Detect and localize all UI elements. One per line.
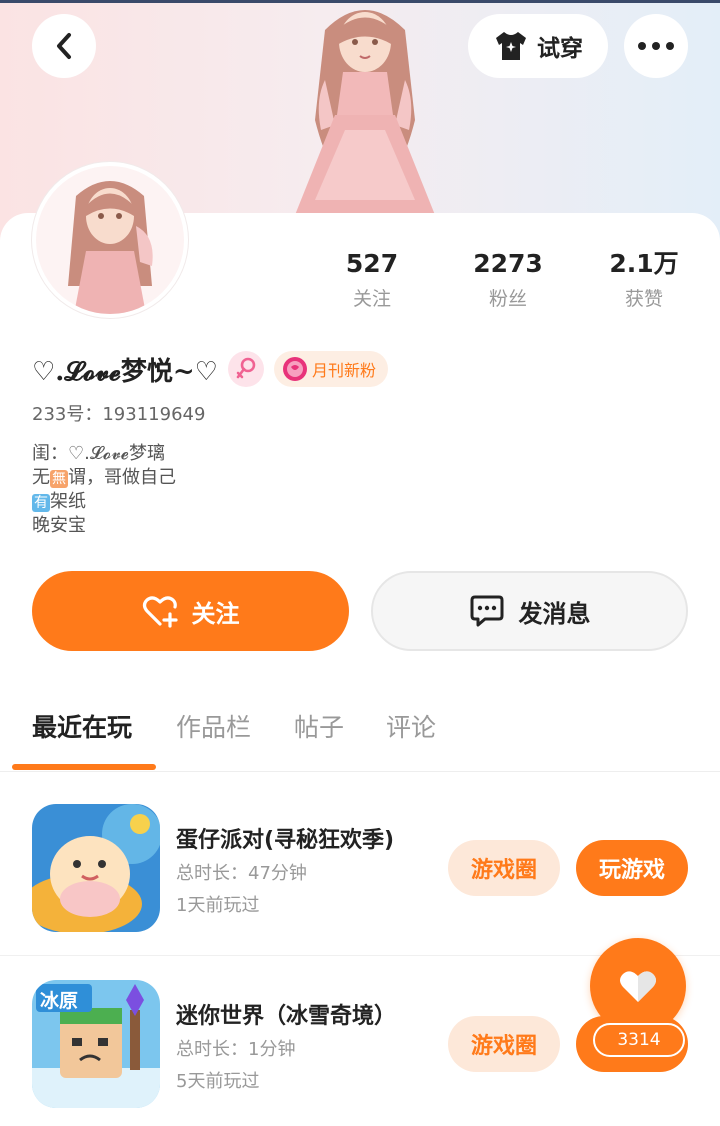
game-duration: 总时长：1分钟 — [176, 1039, 296, 1060]
badge-flower-icon — [282, 357, 307, 381]
chat-bubble-icon — [470, 595, 503, 627]
stat-followers-value: 2273 — [473, 249, 543, 278]
heart-icon — [620, 971, 656, 1002]
user-id: 233号：193119649 — [32, 404, 206, 425]
bio-line-3: 有架纸 — [32, 490, 176, 514]
bio-line-2-mark: 無 — [50, 470, 68, 488]
stat-followers[interactable]: 2273 粉丝 — [448, 248, 568, 311]
stat-following[interactable]: 527 关注 — [312, 248, 432, 311]
game-last-played: 1天前玩过 — [176, 895, 260, 916]
heart-plus-icon — [142, 596, 178, 628]
try-on-label: 试穿 — [537, 36, 583, 62]
active-tab-indicator — [12, 764, 156, 770]
like-count: 3314 — [593, 1023, 685, 1057]
play-game-button[interactable]: 玩游戏 — [576, 840, 688, 896]
fan-badge-label: 月刊新粉 — [311, 361, 376, 380]
avatar[interactable] — [32, 162, 188, 318]
follow-label: 关注 — [191, 599, 240, 628]
user-bio: 闺：♡.𝓛𝓸𝓿𝓮梦璃 无無谓，哥做自己 有架纸 晚安宝 — [32, 442, 176, 538]
tshirt-icon — [496, 32, 526, 60]
tab-recently-played[interactable]: 最近在玩 — [32, 708, 132, 744]
bio-line-1: 闺：♡.𝓛𝓸𝓿𝓮梦璃 — [32, 443, 165, 464]
bio-line-4: 晚安宝 — [32, 515, 86, 536]
try-on-button[interactable]: 试穿 — [468, 14, 608, 78]
more-dots-icon — [638, 42, 674, 50]
female-icon — [227, 351, 264, 387]
back-button[interactable] — [32, 14, 96, 78]
bio-line-3-text: 架纸 — [50, 491, 86, 512]
like-floating-button[interactable] — [590, 938, 686, 1034]
game-icon-text: 冰原 — [40, 990, 79, 1012]
stat-likes-value: 2.1万 — [609, 249, 679, 278]
tab-posts[interactable]: 帖子 — [294, 708, 344, 744]
tab-comments[interactable]: 评论 — [386, 708, 436, 744]
stat-followers-label: 粉丝 — [488, 288, 527, 310]
avatar-illustration — [36, 166, 184, 314]
game-icon-eggy-party[interactable] — [32, 804, 160, 932]
game-duration: 总时长：47分钟 — [176, 863, 307, 884]
bio-line-3-mark: 有 — [32, 494, 50, 512]
stat-likes[interactable]: 2.1万 获赞 — [584, 248, 704, 311]
tab-works[interactable]: 作品栏 — [176, 708, 251, 744]
bio-line-2-text-a: 无 — [32, 467, 50, 488]
game-title[interactable]: 蛋仔派对(寻秘狂欢季) — [176, 822, 394, 854]
name-row: ♡.𝓛𝓸𝓿𝓮梦悦~♡ 月刊新粉 — [32, 350, 388, 388]
game-title[interactable]: 迷你世界（冰雪奇境） — [176, 998, 396, 1030]
chevron-left-icon — [57, 33, 71, 59]
character-avatar-illustration — [295, 10, 435, 215]
game-last-played: 5天前玩过 — [176, 1071, 260, 1092]
send-message-button[interactable]: 发消息 — [371, 571, 688, 651]
fan-badge[interactable]: 月刊新粉 — [273, 351, 388, 387]
game-row[interactable]: 蛋仔派对(寻秘狂欢季) 总时长：47分钟 1天前玩过 游戏圈 玩游戏 — [0, 780, 720, 956]
bio-line-2-text-b: 谓，哥做自己 — [68, 467, 176, 488]
more-options-button[interactable] — [624, 14, 688, 78]
game-circle-button[interactable]: 游戏圈 — [448, 840, 560, 896]
game-circle-button[interactable]: 游戏圈 — [448, 1016, 560, 1072]
stat-following-value: 527 — [345, 249, 399, 278]
user-name: ♡.𝓛𝓸𝓿𝓮梦悦~♡ — [32, 356, 218, 387]
follow-button[interactable]: 关注 — [32, 571, 349, 651]
bio-line-2: 无無谓，哥做自己 — [32, 466, 176, 490]
stat-likes-label: 获赞 — [624, 288, 663, 310]
send-message-label: 发消息 — [518, 599, 591, 628]
profile-tabs: 最近在玩 作品栏 帖子 评论 — [0, 700, 720, 772]
stat-following-label: 关注 — [352, 288, 391, 310]
game-icon-mini-world[interactable]: 冰原 — [32, 980, 160, 1108]
